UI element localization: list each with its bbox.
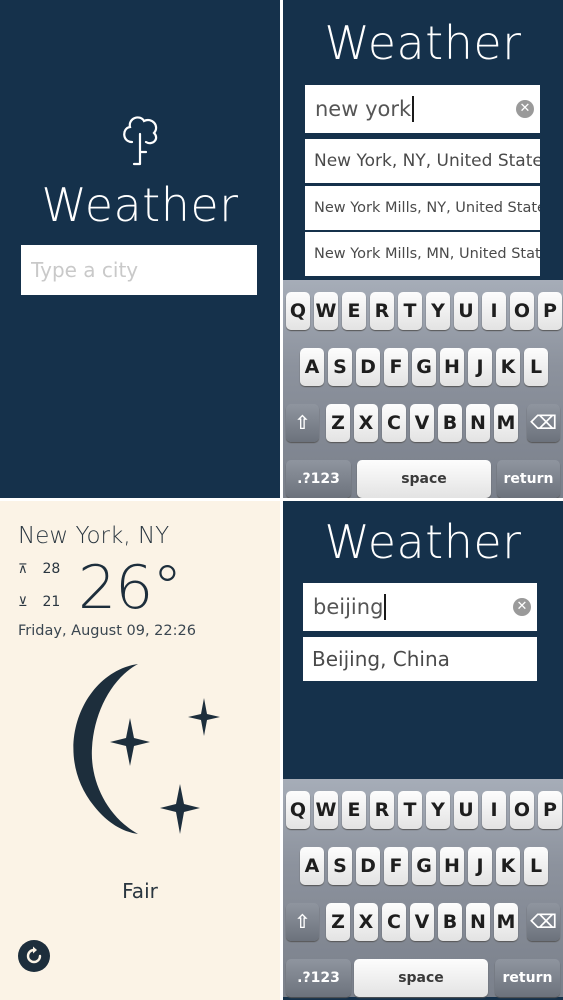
key-q[interactable]: Q	[286, 292, 310, 330]
splash-screen: Weather	[0, 0, 280, 498]
key-c[interactable]: C	[382, 404, 406, 442]
moon-stars-icon	[73, 664, 220, 834]
shift-key[interactable]: ⇧	[286, 903, 319, 941]
city-search-input[interactable]	[21, 245, 257, 295]
search-screen-new-york: Weather new york ✕ New York, NY, United …	[283, 0, 563, 498]
suggestion-item[interactable]: New York Mills, NY, United States	[305, 186, 540, 230]
space-key[interactable]: space	[357, 460, 491, 498]
key-i[interactable]: I	[482, 292, 506, 330]
city-name: New York, NY	[18, 523, 170, 549]
key-e[interactable]: E	[342, 292, 366, 330]
key-l[interactable]: L	[524, 348, 548, 386]
key-p[interactable]: P	[538, 791, 562, 829]
key-o[interactable]: O	[510, 791, 534, 829]
clear-icon[interactable]: ✕	[516, 100, 534, 118]
key-r[interactable]: R	[370, 292, 394, 330]
space-key[interactable]: space	[354, 959, 488, 997]
suggestion-item[interactable]: New York, NY, United States	[305, 139, 540, 183]
key-n[interactable]: N	[466, 404, 490, 442]
key-a[interactable]: A	[300, 847, 324, 885]
low-temp: ⊻ 21	[18, 594, 60, 610]
key-u[interactable]: U	[454, 292, 478, 330]
key-l[interactable]: L	[524, 847, 548, 885]
current-temperature: 26°	[78, 553, 182, 623]
key-i[interactable]: I	[482, 791, 506, 829]
date-time: Friday, August 09, 22:26	[18, 623, 196, 639]
low-temp-value: 21	[42, 594, 61, 610]
key-b[interactable]: B	[438, 404, 462, 442]
suggestion-item[interactable]: New York Mills, MN, United States	[305, 232, 540, 276]
key-k[interactable]: K	[496, 847, 520, 885]
key-y[interactable]: Y	[426, 292, 450, 330]
key-h[interactable]: H	[440, 847, 464, 885]
search-query-text: beijing	[313, 595, 384, 619]
low-arrow-icon: ⊻	[18, 595, 28, 610]
key-j[interactable]: J	[468, 348, 492, 386]
key-r[interactable]: R	[370, 791, 394, 829]
key-c[interactable]: C	[382, 903, 406, 941]
key-o[interactable]: O	[510, 292, 534, 330]
text-cursor	[412, 96, 415, 122]
key-w[interactable]: W	[314, 292, 338, 330]
on-screen-keyboard: Q W E R T Y U I O P A S D F G H J K L ⇧ …	[283, 779, 563, 997]
forecast-screen: New York, NY ⊼ 28 ⊻ 21 26° Friday, Augus…	[0, 501, 280, 1000]
search-screen-beijing: Weather beijing ✕ Beijing, China Q W E R…	[283, 501, 563, 1000]
app-title: Weather	[324, 515, 522, 569]
key-k[interactable]: K	[496, 348, 520, 386]
key-x[interactable]: X	[354, 404, 378, 442]
clear-icon[interactable]: ✕	[513, 598, 531, 616]
numbers-key[interactable]: .?123	[286, 959, 351, 997]
key-x[interactable]: X	[354, 903, 378, 941]
app-title: Weather	[41, 178, 239, 232]
key-d[interactable]: D	[356, 847, 380, 885]
key-f[interactable]: F	[384, 847, 408, 885]
key-t[interactable]: T	[398, 292, 422, 330]
on-screen-keyboard: Q W E R T Y U I O P A S D F G H J K L ⇧ …	[283, 280, 563, 498]
numbers-key[interactable]: .?123	[286, 460, 351, 498]
key-b[interactable]: B	[438, 903, 462, 941]
key-z[interactable]: Z	[326, 903, 350, 941]
shift-key[interactable]: ⇧	[286, 404, 319, 442]
return-key[interactable]: return	[497, 460, 560, 498]
high-arrow-icon: ⊼	[18, 562, 28, 577]
text-cursor	[384, 594, 387, 620]
delete-key[interactable]: ⌫	[527, 404, 560, 442]
app-title: Weather	[324, 16, 522, 70]
key-m[interactable]: M	[494, 903, 518, 941]
key-u[interactable]: U	[454, 791, 478, 829]
key-s[interactable]: S	[328, 847, 352, 885]
key-g[interactable]: G	[412, 847, 436, 885]
key-v[interactable]: V	[410, 404, 434, 442]
key-a[interactable]: A	[300, 348, 324, 386]
key-z[interactable]: Z	[326, 404, 350, 442]
delete-key[interactable]: ⌫	[527, 903, 560, 941]
key-w[interactable]: W	[314, 791, 338, 829]
key-h[interactable]: H	[440, 348, 464, 386]
key-t[interactable]: T	[398, 791, 422, 829]
city-search-input[interactable]: beijing ✕	[303, 583, 537, 631]
key-j[interactable]: J	[468, 847, 492, 885]
key-s[interactable]: S	[328, 348, 352, 386]
key-d[interactable]: D	[356, 348, 380, 386]
return-key[interactable]: return	[495, 959, 560, 997]
key-q[interactable]: Q	[286, 791, 310, 829]
city-search-input[interactable]: new york ✕	[305, 85, 540, 133]
key-n[interactable]: N	[466, 903, 490, 941]
high-temp: ⊼ 28	[18, 561, 60, 577]
key-v[interactable]: V	[410, 903, 434, 941]
key-g[interactable]: G	[412, 348, 436, 386]
search-query-text: new york	[315, 97, 412, 121]
key-f[interactable]: F	[384, 348, 408, 386]
key-m[interactable]: M	[494, 404, 518, 442]
refresh-icon[interactable]	[17, 939, 51, 973]
high-temp-value: 28	[42, 561, 61, 577]
suggestion-item[interactable]: Beijing, China	[303, 637, 537, 681]
key-y[interactable]: Y	[426, 791, 450, 829]
key-e[interactable]: E	[342, 791, 366, 829]
weather-condition: Fair	[122, 879, 158, 903]
weather-logo-icon	[123, 116, 158, 166]
key-p[interactable]: P	[538, 292, 562, 330]
